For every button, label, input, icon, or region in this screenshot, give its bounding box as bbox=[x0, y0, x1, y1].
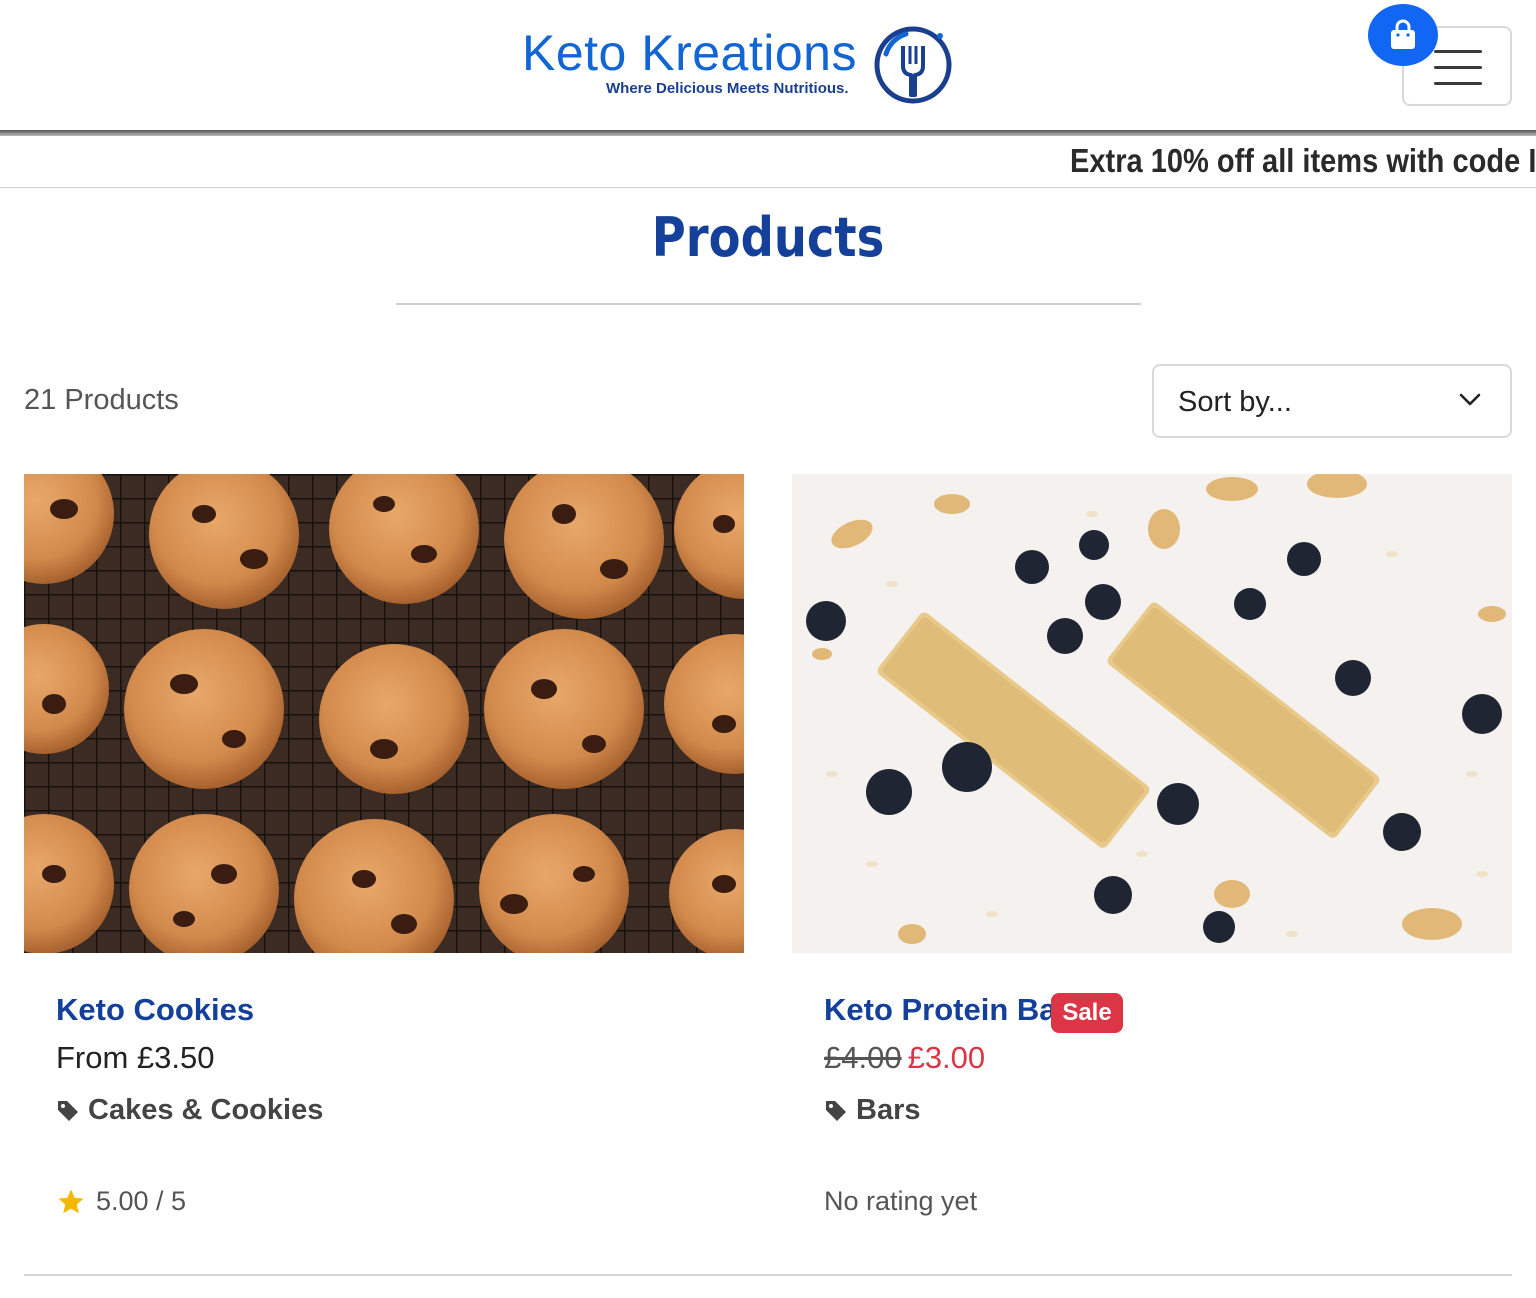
product-name[interactable]: Keto Cookies bbox=[56, 992, 254, 1028]
cart-button[interactable] bbox=[1368, 4, 1438, 66]
sort-select[interactable]: Sort by... bbox=[1152, 364, 1512, 438]
star-icon bbox=[58, 1189, 84, 1213]
page-title: Products bbox=[651, 206, 885, 269]
product-card[interactable]: Keto Cookies From £3.50 Cakes & Cookies … bbox=[24, 474, 744, 1254]
rating-text: 5.00 / 5 bbox=[96, 1186, 187, 1216]
announcement-text: Extra 10% off all items with code I bbox=[1070, 142, 1536, 179]
tag-icon bbox=[58, 1100, 78, 1121]
product-rating: 5.00 / 5 bbox=[56, 1186, 186, 1217]
tag-icon bbox=[826, 1100, 846, 1121]
product-card[interactable]: Keto Protein Bars Sale £4.00 £3.00 Bars N… bbox=[792, 474, 1512, 1254]
product-category[interactable]: Cakes & Cookies bbox=[56, 1094, 323, 1127]
logo-tagline: Where Delicious Meets Nutritious. bbox=[606, 80, 849, 97]
product-category[interactable]: Bars bbox=[824, 1094, 921, 1127]
hamburger-menu-icon bbox=[1434, 50, 1482, 53]
product-price: From £3.50 bbox=[56, 1040, 215, 1075]
rating-text: No rating yet bbox=[824, 1186, 978, 1216]
title-divider bbox=[396, 303, 1141, 305]
product-price: £4.00 £3.00 bbox=[824, 1040, 985, 1076]
shopping-bag-icon bbox=[1391, 19, 1415, 49]
logo-name: Keto Kreations bbox=[522, 25, 857, 81]
fork-logo-icon bbox=[874, 26, 952, 104]
chevron-down-icon bbox=[1459, 393, 1481, 406]
product-image-cookies[interactable] bbox=[24, 474, 744, 953]
product-name[interactable]: Keto Protein Bars bbox=[824, 992, 1086, 1028]
announcement-bar: Extra 10% off all items with code I bbox=[0, 136, 1536, 188]
logo[interactable]: Keto Kreations Where Delicious Meets Nut… bbox=[520, 22, 960, 110]
product-rating: No rating yet bbox=[824, 1186, 977, 1217]
list-divider bbox=[24, 1274, 1512, 1276]
sort-label: Sort by... bbox=[1178, 386, 1292, 418]
product-image-protein-bars[interactable] bbox=[792, 474, 1512, 953]
price-sale: £3.00 bbox=[907, 1040, 986, 1075]
category-label: Cakes & Cookies bbox=[88, 1094, 324, 1126]
product-count: 21 Products bbox=[24, 384, 179, 416]
site-header: Keto Kreations Where Delicious Meets Nut… bbox=[0, 0, 1536, 132]
category-label: Bars bbox=[856, 1094, 921, 1126]
price-original: £4.00 bbox=[824, 1040, 902, 1075]
sale-badge: Sale bbox=[1051, 993, 1123, 1033]
